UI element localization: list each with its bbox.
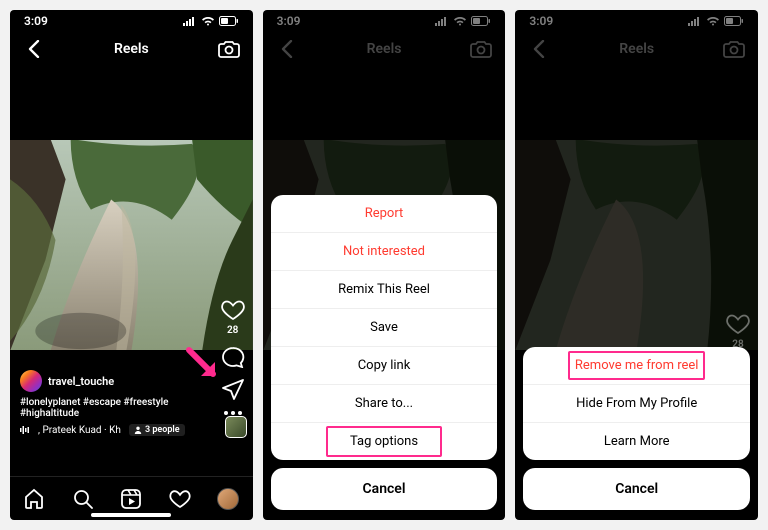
user-row[interactable]: travel_touche [20, 370, 193, 392]
reel-content[interactable]: 28 travel_touche #lonelyplanet #escape #… [10, 66, 253, 476]
header-title: Reels [46, 41, 217, 57]
status-icons [435, 16, 491, 26]
status-time: 3:09 [24, 14, 48, 28]
username: travel_touche [48, 375, 114, 388]
back-button[interactable] [22, 40, 46, 58]
reel-content: 28 Report Not interested Remix This Reel… [263, 66, 506, 520]
heart-icon [169, 489, 191, 509]
sheet-hide-from-profile[interactable]: Hide From My Profile [523, 385, 750, 423]
camera-icon [723, 40, 745, 58]
status-bar: 3:09 [515, 10, 758, 32]
battery-icon [724, 16, 744, 26]
search-icon [72, 488, 94, 510]
cellular-icon [688, 16, 702, 26]
audio-icon [20, 425, 30, 435]
camera-icon [218, 40, 240, 58]
nav-header: Reels [10, 32, 253, 66]
people-chip[interactable]: 3 people [129, 424, 185, 436]
battery-icon [471, 16, 491, 26]
wifi-icon [706, 16, 720, 26]
music-label: , Prateek Kuad · Kh [38, 425, 121, 436]
nav-header: Reels [263, 32, 506, 66]
chevron-left-icon [281, 40, 293, 58]
reel-meta: travel_touche #lonelyplanet #escape #fre… [20, 370, 193, 436]
action-sheet: Remove me from reel Hide From My Profile… [523, 347, 750, 460]
nav-search[interactable] [72, 488, 94, 510]
nav-reels[interactable] [120, 488, 142, 510]
camera-button[interactable] [217, 40, 241, 58]
heart-icon [221, 299, 245, 321]
camera-icon [470, 40, 492, 58]
status-icons [688, 16, 744, 26]
phone-2: 3:09 Reels 28 [263, 10, 506, 520]
reel-content: 28 Remove me from reel Hide From My Prof… [515, 66, 758, 520]
like-button[interactable] [221, 299, 245, 321]
cellular-icon [435, 16, 449, 26]
sheet-share-to[interactable]: Share to... [271, 385, 498, 423]
camera-button[interactable] [722, 40, 746, 58]
music-row[interactable]: , Prateek Kuad · Kh 3 people [20, 424, 193, 436]
sheet-remix[interactable]: Remix This Reel [271, 271, 498, 309]
status-time: 3:09 [529, 14, 553, 28]
action-sheet: Report Not interested Remix This Reel Sa… [271, 195, 498, 460]
reel-video-frame [10, 140, 253, 350]
nav-home[interactable] [23, 488, 45, 510]
nav-header: Reels [515, 32, 758, 66]
action-sheet-backdrop[interactable]: Report Not interested Remix This Reel Sa… [263, 66, 506, 520]
action-sheet-backdrop[interactable]: Remove me from reel Hide From My Profile… [515, 66, 758, 520]
status-time: 3:09 [277, 14, 301, 28]
comment-button[interactable] [221, 346, 245, 368]
back-button[interactable] [275, 40, 299, 58]
annotation-highlight [568, 351, 705, 380]
home-indicator[interactable] [91, 513, 171, 517]
sheet-save[interactable]: Save [271, 309, 498, 347]
battery-icon [219, 16, 239, 26]
nav-profile[interactable] [217, 488, 239, 510]
caption[interactable]: #lonelyplanet #escape #freestyle #highal… [20, 397, 193, 419]
share-button[interactable] [221, 378, 245, 400]
wifi-icon [201, 16, 215, 26]
reels-icon [120, 488, 142, 510]
share-icon [221, 378, 245, 400]
comment-icon [221, 346, 245, 368]
sheet-cancel[interactable]: Cancel [523, 468, 750, 510]
back-button[interactable] [527, 40, 551, 58]
sheet-copy-link[interactable]: Copy link [271, 347, 498, 385]
side-actions: 28 [221, 299, 245, 416]
music-thumbnail[interactable] [225, 416, 247, 438]
sheet-remove-me[interactable]: Remove me from reel [523, 347, 750, 385]
annotation-highlight [326, 426, 443, 457]
sheet-cancel[interactable]: Cancel [271, 468, 498, 510]
status-bar: 3:09 [10, 10, 253, 32]
nav-activity[interactable] [169, 489, 191, 509]
people-count: 3 people [145, 425, 180, 435]
status-icons [183, 16, 239, 26]
home-indicator[interactable] [344, 513, 424, 517]
phone-1: 3:09 Reels [10, 10, 253, 520]
status-bar: 3:09 [263, 10, 506, 32]
header-title: Reels [299, 41, 470, 57]
cellular-icon [183, 16, 197, 26]
sheet-report[interactable]: Report [271, 195, 498, 233]
like-count: 28 [227, 325, 238, 336]
avatar [20, 370, 42, 392]
phone-3: 3:09 Reels 28 [515, 10, 758, 520]
sheet-learn-more[interactable]: Learn More [523, 423, 750, 460]
sheet-not-interested[interactable]: Not interested [271, 233, 498, 271]
home-icon [23, 488, 45, 510]
sheet-tag-options[interactable]: Tag options [271, 423, 498, 460]
header-title: Reels [551, 41, 722, 57]
camera-button[interactable] [469, 40, 493, 58]
person-icon [134, 426, 142, 434]
wifi-icon [453, 16, 467, 26]
chevron-left-icon [533, 40, 545, 58]
chevron-left-icon [28, 40, 40, 58]
home-indicator[interactable] [597, 513, 677, 517]
